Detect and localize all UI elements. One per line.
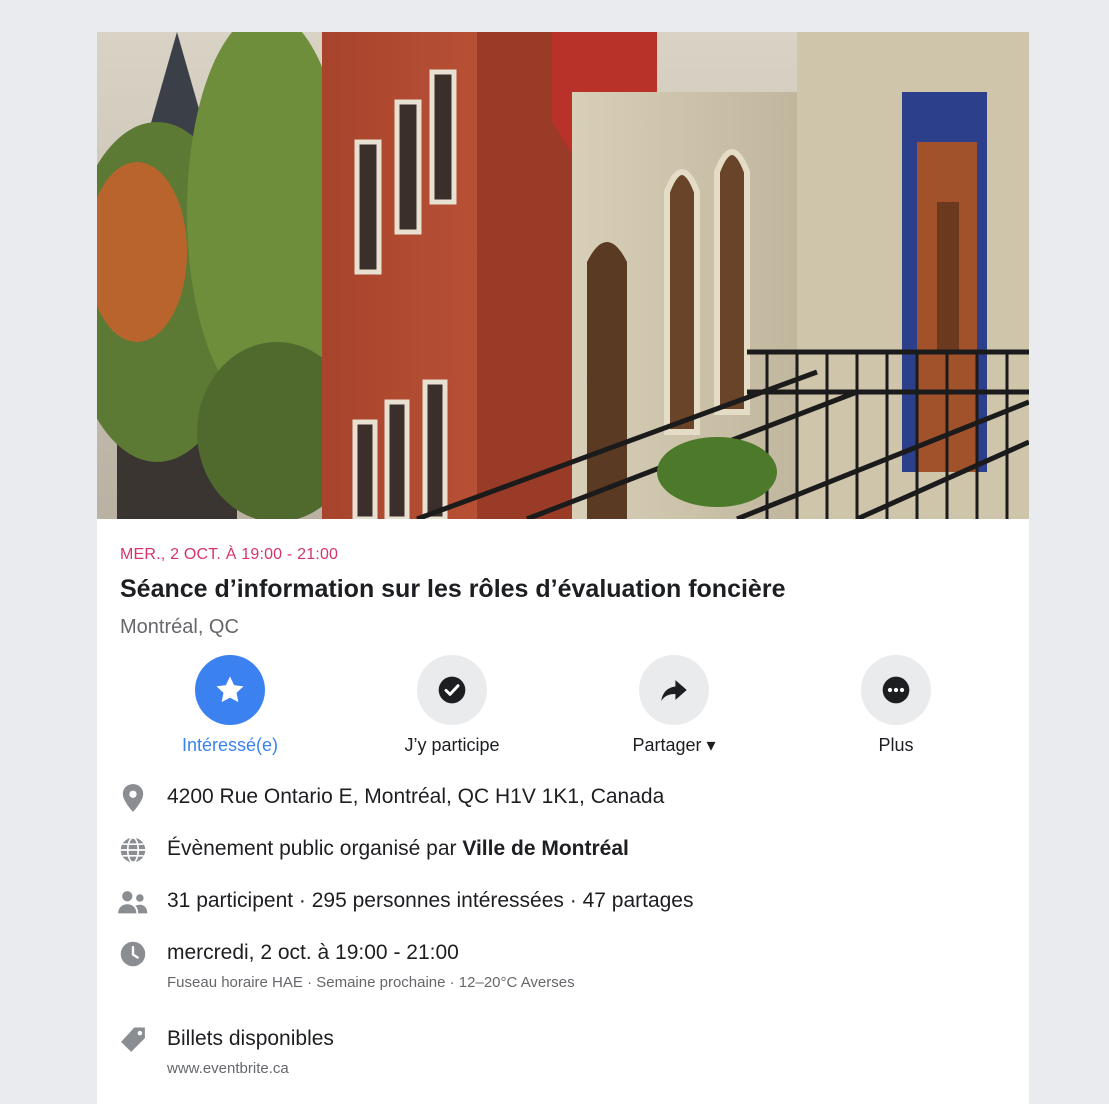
going-label: J’y participe <box>404 735 500 755</box>
organizer-text: Évènement public organisé par Ville de M… <box>167 837 629 861</box>
datetime-subtext: Fuseau horaire HAE · Semaine prochaine ·… <box>167 974 575 991</box>
event-title: Séance d’information sur les rôles d’éva… <box>120 575 786 603</box>
tickets-text: Billets disponibles <box>167 1027 334 1050</box>
more-button[interactable]: Plus <box>796 655 996 756</box>
event-cover-photo <box>97 32 1029 519</box>
cover-illustration <box>97 32 1029 519</box>
share-icon <box>661 680 687 702</box>
datetime-text: mercredi, 2 oct. à 19:00 - 21:00 <box>167 941 459 964</box>
more-label: Plus <box>878 735 914 755</box>
event-card: MER., 2 OCT. À 19:00 - 21:00 Séance d’in… <box>97 32 1029 1104</box>
star-icon <box>216 676 244 703</box>
globe-icon <box>120 836 146 864</box>
organizer-link[interactable]: Ville de Montréal <box>462 837 629 860</box>
going-circle <box>417 655 487 725</box>
stats-text: 31 participent · 295 personnes intéressé… <box>167 889 694 912</box>
more-circle <box>861 655 931 725</box>
interested-label: Intéressé(e) <box>181 735 279 755</box>
interested-button[interactable]: Intéressé(e) <box>130 655 330 756</box>
event-date: MER., 2 OCT. À 19:00 - 21:00 <box>120 546 339 563</box>
clock-icon <box>120 941 146 967</box>
action-bar: Intéressé(e) J’y participe Partager ▾ Pl… <box>97 655 1029 765</box>
more-icon <box>882 676 910 704</box>
people-icon <box>118 891 148 914</box>
share-label: Partager ▾ <box>632 735 716 755</box>
location-pin-icon <box>122 784 144 812</box>
event-location[interactable]: Montréal, QC <box>120 616 239 639</box>
share-circle <box>639 655 709 725</box>
share-button[interactable]: Partager ▾ <box>574 655 774 756</box>
ticket-icon <box>121 1027 145 1052</box>
interested-circle <box>195 655 265 725</box>
address-text: 4200 Rue Ontario E, Montréal, QC H1V 1K1… <box>167 785 665 808</box>
check-circle-icon <box>438 676 466 704</box>
organizer-prefix: Évènement public organisé par <box>167 837 463 860</box>
going-button[interactable]: J’y participe <box>352 655 552 756</box>
tickets-url[interactable]: www.eventbrite.ca <box>167 1060 289 1077</box>
